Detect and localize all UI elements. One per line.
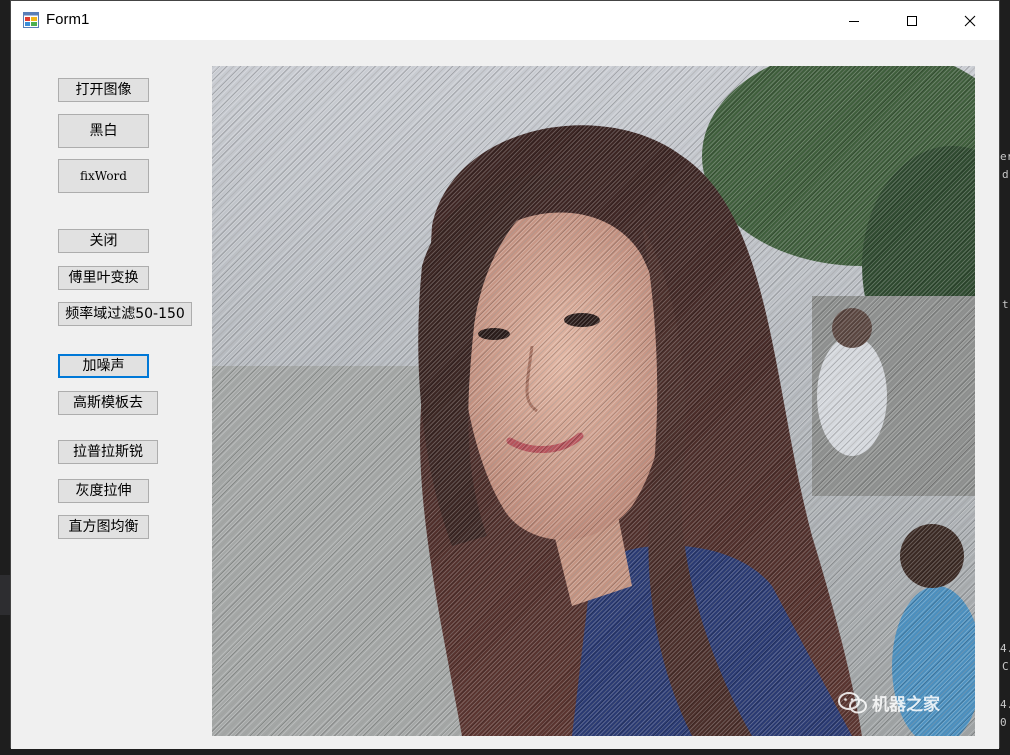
title-bar[interactable]: Form1 [11,1,999,40]
form-window: Form1 打开图像 黑白 fixWord 关闭 傅里叶变换 频率域过滤50-1… [10,0,1000,749]
background-text: er [1000,150,1010,163]
close-button[interactable]: 关闭 [58,229,149,253]
background-text: t [1002,298,1009,311]
maximize-icon [907,15,917,26]
add-noise-button[interactable]: 加噪声 [58,354,149,378]
gaussian-template-button[interactable]: 高斯模板去 [58,391,158,415]
app-icon [23,12,39,28]
background-text: 0 [1000,716,1007,729]
form-client-area: 打开图像 黑白 fixWord 关闭 傅里叶变换 频率域过滤50-150 加噪声… [11,40,999,749]
picture-box: 机器之家 [212,66,975,736]
window-title: Form1 [46,11,90,28]
maximize-button[interactable] [883,1,941,40]
watermark-text: 机器之家 [872,695,940,715]
wechat-icon [838,691,867,713]
minimize-button[interactable] [825,1,883,40]
open-image-button[interactable]: 打开图像 [58,78,149,102]
watermark: 机器之家 [838,690,940,715]
minimize-icon [849,20,859,22]
close-icon [964,15,976,26]
background-text: 4. [1000,698,1010,711]
gray-stretch-button[interactable]: 灰度拉伸 [58,479,149,503]
fourier-transform-button[interactable]: 傅里叶变换 [58,266,149,290]
background-text: d [1002,168,1009,181]
background-text: C [1002,660,1009,673]
portrait-photo [212,66,975,736]
black-white-button[interactable]: 黑白 [58,114,149,148]
background-text: 4. [1000,642,1010,655]
laplacian-sharpen-button[interactable]: 拉普拉斯锐 [58,440,158,464]
frequency-filter-button[interactable]: 频率域过滤50-150 [58,302,192,326]
close-window-button[interactable] [941,1,999,40]
fixword-button[interactable]: fixWord [58,159,149,193]
histogram-equalization-button[interactable]: 直方图均衡 [58,515,149,539]
